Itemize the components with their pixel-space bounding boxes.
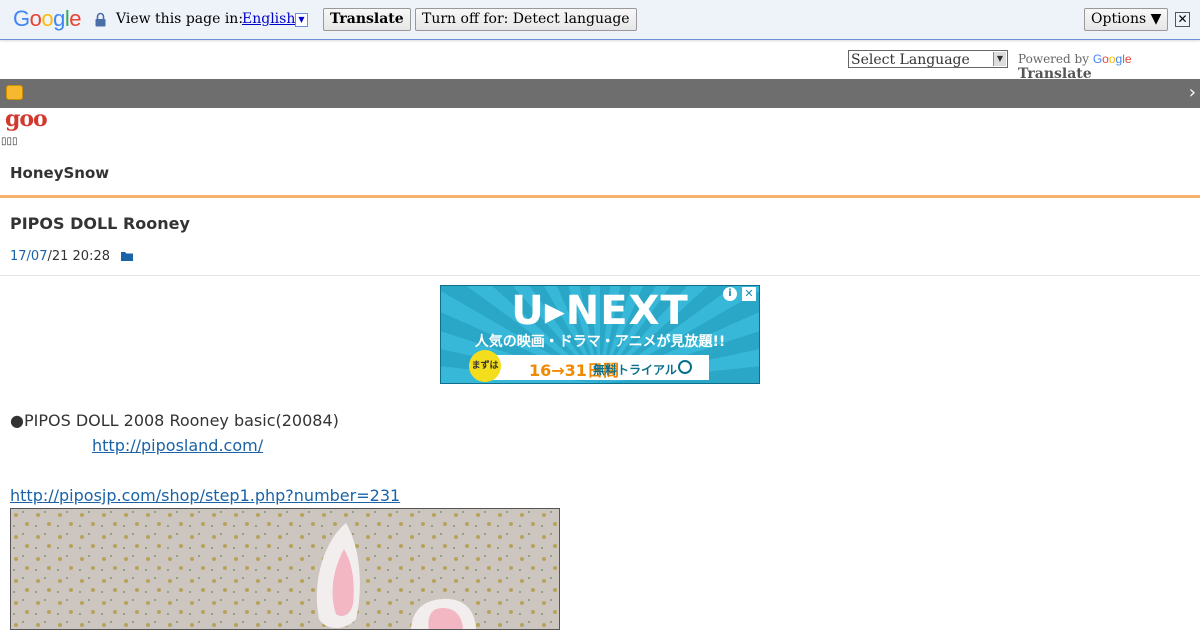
chevron-right-icon[interactable]: › — [1189, 83, 1196, 103]
ad-cta-sub: 無料トライアル — [593, 363, 677, 377]
powered-by-label: Powered by — [1018, 52, 1089, 66]
blog-title[interactable]: HoneySnow — [10, 164, 109, 182]
meta-divider — [0, 275, 1200, 276]
piposjp-shop-link[interactable]: http://piposjp.com/shop/step1.php?number… — [10, 486, 400, 505]
post-body-line: ●PIPOS DOLL 2008 Rooney basic(20084) — [10, 411, 339, 430]
folder-icon[interactable] — [121, 251, 133, 261]
lock-icon — [95, 12, 106, 27]
view-page-label: View this page in: — [116, 11, 244, 27]
ad-logo: U▸NEXT — [511, 288, 689, 334]
powered-by-google-translate: Powered by Google Translate — [1018, 52, 1200, 82]
goo-menu-icon[interactable] — [6, 85, 23, 100]
date-link[interactable]: 17/07 — [10, 249, 47, 264]
ad-info-icon[interactable]: i — [723, 287, 737, 301]
rabbit-doll-photo — [11, 509, 559, 629]
goo-logo[interactable]: goo — [5, 106, 48, 132]
ad-close-icon[interactable]: ✕ — [742, 287, 756, 301]
ad-cta[interactable]: 16→31日間 無料トライアル — [491, 355, 709, 380]
language-select-row: Select Language ▼ Powered by Google Tran… — [0, 50, 1200, 82]
goo-header-bar: › — [0, 79, 1200, 108]
post-title[interactable]: PIPOS DOLL Rooney — [10, 214, 190, 233]
piposland-link[interactable]: http://piposland.com/ — [92, 436, 263, 455]
select-arrow-icon: ▼ — [993, 52, 1006, 66]
options-button[interactable]: Options ▼ — [1084, 8, 1169, 31]
date-time: /21 20:28 — [47, 249, 110, 264]
play-icon — [678, 360, 692, 374]
language-select-value: Select Language — [851, 52, 970, 68]
missing-glyph-text: ▯▯▯ — [1, 136, 18, 147]
google-logo: Google — [13, 6, 82, 31]
google-small-logo: Google — [1092, 52, 1132, 66]
language-dropdown-arrow-icon[interactable]: ▼ — [295, 13, 308, 27]
advertisement-banner[interactable]: U▸NEXT 人気の映画・ドラマ・アニメが見放題!! 16→31日間 無料トライ… — [440, 285, 760, 384]
ad-tagline: 人気の映画・ドラマ・アニメが見放題!! — [474, 334, 726, 350]
target-language-link[interactable]: English — [242, 11, 295, 27]
header-divider — [0, 195, 1200, 198]
turn-off-button[interactable]: Turn off for: Detect language — [415, 8, 637, 31]
post-photo[interactable] — [10, 508, 560, 630]
language-select[interactable]: Select Language ▼ — [848, 50, 1008, 68]
ad-badge: まずは — [469, 350, 501, 382]
post-date: 17/07/21 20:28 — [10, 249, 110, 264]
close-icon[interactable]: ✕ — [1175, 12, 1190, 27]
translate-button[interactable]: Translate — [323, 8, 411, 31]
google-translate-bar: Google View this page in: English ▼ Tran… — [0, 0, 1200, 40]
